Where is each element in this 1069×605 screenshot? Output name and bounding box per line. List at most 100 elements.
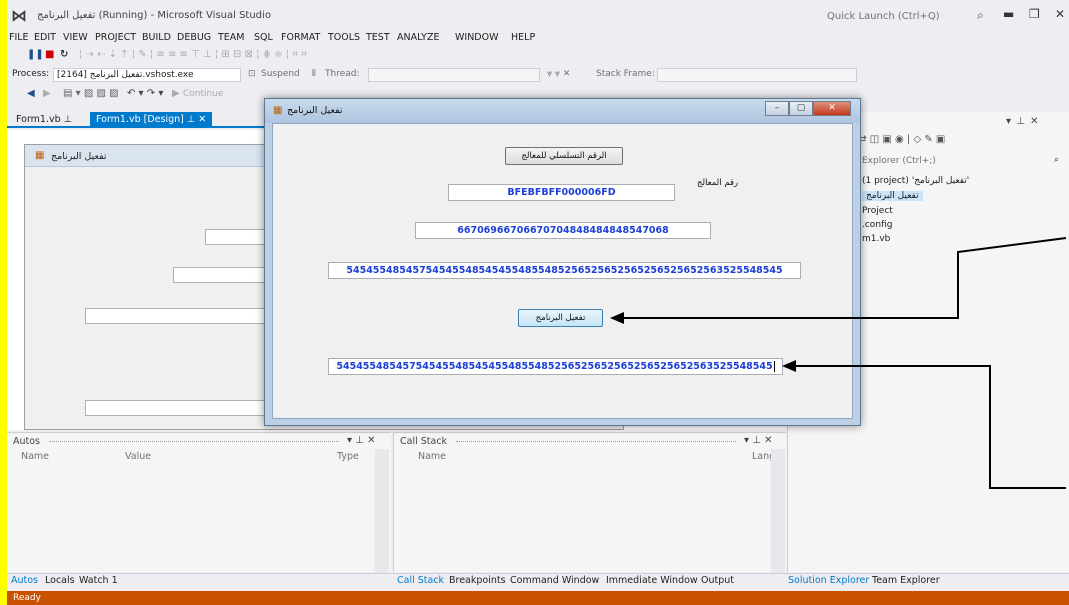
search-icon[interactable]: ⌕ — [1054, 155, 1059, 165]
step-toolbar-icons: ¦ ⇢ ⇠ ⇣ ⇡ ¦ ✎ ¦ ≡ ≡ ≡ ⊤ ⊥ ¦ ⊞ ⊟ ⊠ ¦ ⋕ ≑ … — [79, 49, 307, 60]
app-dialog-window: ▦ تفعيل البرنامج – ▢ ✕ الرقم التسلسلي لل… — [264, 98, 861, 426]
autos-col-type[interactable]: Type — [337, 451, 359, 462]
undo-icon[interactable]: ↶ ▾ ↷ ▾ — [127, 88, 163, 99]
text-caret — [773, 361, 775, 372]
call-stack-col-name[interactable]: Name — [418, 451, 446, 462]
design-textbox[interactable] — [85, 400, 285, 416]
encoded-id-field[interactable]: 66706966706670704848484848547068 — [415, 222, 711, 239]
scrollbar[interactable] — [771, 449, 785, 573]
dialog-maximize-icon[interactable]: ▢ — [789, 101, 813, 116]
flag-icons[interactable]: ⩔ ⩔ ✕ — [547, 69, 570, 79]
form1-node[interactable]: m1.vb — [862, 234, 890, 244]
pause-icon[interactable]: ❚❚ — [27, 49, 44, 60]
close-icon[interactable]: ✕ — [1055, 7, 1065, 21]
call-stack-panel: Call Stack ▾ ⊥ ✕ Name Lang — [393, 432, 786, 573]
activation-code-input[interactable]: 5454554854575454554854545548554852565256… — [328, 358, 783, 375]
stack-frame-dropdown[interactable] — [657, 68, 857, 82]
design-textbox[interactable] — [85, 308, 285, 324]
suspend-button[interactable]: Suspend — [261, 69, 300, 79]
activate-button[interactable]: تفعيل البرنامج — [518, 309, 603, 327]
back-icon[interactable]: ◀ — [27, 88, 35, 99]
solution-node[interactable]: (1 project) 'تفعيل البرنامج' — [862, 176, 969, 186]
app-config-node[interactable]: .config — [862, 220, 892, 230]
menu-edit[interactable]: EDIT — [34, 32, 56, 43]
debug-toolbar: ❚❚ ■ ↻ ¦ ⇢ ⇠ ⇣ ⇡ ¦ ✎ ¦ ≡ ≡ ≡ ⊤ ⊥ ¦ ⊞ ⊟ ⊠… — [7, 47, 1069, 65]
tab-immediate-window[interactable]: Immediate Window — [606, 575, 698, 586]
processor-id-field[interactable]: BFEBFBFF000006FD — [448, 184, 675, 201]
tab-call-stack[interactable]: Call Stack — [397, 575, 444, 586]
autos-panel: Autos ▾ ⊥ ✕ Name Value Type — [7, 432, 391, 573]
get-serial-button[interactable]: الرقم التسلسلي للمعالج — [505, 147, 623, 165]
call-stack-title: Call Stack — [400, 436, 448, 447]
pin-icon[interactable]: ⊥ — [64, 114, 72, 125]
suspend-icon[interactable]: ⊡ — [248, 69, 256, 79]
menu-debug[interactable]: DEBUG — [177, 32, 211, 43]
pin-icon[interactable]: ⊥ — [187, 114, 195, 125]
quick-launch-input[interactable]: Quick Launch (Ctrl+Q) — [823, 9, 973, 27]
menu-test[interactable]: TEST — [366, 32, 390, 43]
menu-analyze[interactable]: ANALYZE — [397, 32, 439, 43]
tab-form1-design-label: Form1.vb [Design] — [96, 114, 184, 125]
tab-breakpoints[interactable]: Breakpoints — [449, 575, 506, 586]
thread-label: Thread: — [325, 69, 360, 79]
panel-controls[interactable]: ▾ ⊥ ✕ — [347, 435, 375, 446]
minimize-icon[interactable]: ▬ — [1003, 7, 1014, 21]
menu-tools[interactable]: TOOLS — [328, 32, 360, 43]
project-node[interactable]: تفعيل البرنامج — [862, 191, 923, 201]
dialog-close-icon[interactable]: ✕ — [813, 101, 851, 116]
panel-controls[interactable]: ▾ ⊥ ✕ — [744, 435, 772, 446]
solution-search-input[interactable]: Explorer (Ctrl+;) — [862, 156, 936, 166]
thread-icon: ⫴ — [312, 69, 316, 79]
status-bar: Ready — [7, 591, 1069, 605]
long-code-field[interactable]: 5454554854575454554854545548554852565256… — [328, 262, 801, 279]
panel-controls[interactable]: ▾ ⊥ ✕ — [1006, 116, 1039, 127]
menu-file[interactable]: FILE — [9, 32, 29, 43]
my-project-node[interactable]: Project — [862, 206, 893, 216]
save-icons[interactable]: ▤ ▾ ▨ ▨ ▨ — [63, 88, 119, 99]
dialog-titlebar[interactable]: ▦ تفعيل البرنامج – ▢ ✕ — [265, 99, 860, 123]
panel-grip[interactable] — [49, 441, 339, 444]
menu-build[interactable]: BUILD — [142, 32, 171, 43]
menu-view[interactable]: VIEW — [63, 32, 88, 43]
solution-toolbar-icons[interactable]: ▾ ⇄ ◫ ▣ ◉ | ◇ ✎ ▣ — [850, 134, 945, 145]
tab-form1-design[interactable]: Form1.vb [Design] ⊥ ✕ — [90, 112, 213, 128]
tab-solution-explorer[interactable]: Solution Explorer — [788, 575, 869, 586]
tab-team-explorer[interactable]: Team Explorer — [872, 575, 940, 586]
bottom-tabstrip: Autos Locals Watch 1 Call Stack Breakpoi… — [7, 573, 1069, 589]
search-icon[interactable]: ⌕ — [977, 8, 984, 23]
continue-icon[interactable]: ▶ — [172, 88, 180, 99]
thread-dropdown[interactable] — [368, 68, 540, 82]
tab-watch1[interactable]: Watch 1 — [79, 575, 118, 586]
tab-command-window[interactable]: Command Window — [510, 575, 599, 586]
menu-team[interactable]: TEAM — [218, 32, 245, 43]
dialog-caption: تفعيل البرنامج — [287, 105, 343, 116]
menu-project[interactable]: PROJECT — [95, 32, 136, 43]
design-form-caption: تفعيل البرنامج — [51, 151, 107, 162]
menu-help[interactable]: HELP — [511, 32, 535, 43]
menu-format[interactable]: FORMAT — [281, 32, 320, 43]
process-label: Process: — [12, 69, 50, 79]
menu-sql[interactable]: SQL — [254, 32, 273, 43]
activation-code-text: 5454554854575454554854545548554852565256… — [336, 361, 773, 372]
autos-title: Autos — [13, 436, 41, 447]
panel-grip[interactable] — [456, 441, 736, 444]
dialog-minimize-icon[interactable]: – — [765, 101, 789, 116]
forward-icon[interactable]: ▶ — [43, 88, 51, 99]
tab-form1-code-label: Form1.vb — [16, 114, 61, 125]
restart-icon[interactable]: ↻ — [60, 49, 68, 60]
scrollbar[interactable] — [375, 449, 389, 573]
autos-col-value[interactable]: Value — [125, 451, 151, 462]
continue-button[interactable]: Continue — [183, 89, 223, 99]
tab-output[interactable]: Output — [701, 575, 734, 586]
tab-autos[interactable]: Autos — [11, 575, 38, 586]
close-tab-icon[interactable]: ✕ — [198, 114, 206, 125]
autos-col-name[interactable]: Name — [21, 451, 49, 462]
tab-locals[interactable]: Locals — [45, 575, 75, 586]
processor-label: رقم المعالج — [697, 178, 739, 188]
process-dropdown[interactable]: [2164] تفعيل البرنامج.vshost.exe — [53, 68, 241, 82]
tab-form1-code[interactable]: Form1.vb ⊥ — [10, 112, 78, 128]
status-text: Ready — [13, 593, 41, 603]
menu-window[interactable]: WINDOW — [455, 32, 499, 43]
restore-icon[interactable]: ❐ — [1029, 7, 1040, 21]
stop-icon[interactable]: ■ — [45, 49, 54, 60]
